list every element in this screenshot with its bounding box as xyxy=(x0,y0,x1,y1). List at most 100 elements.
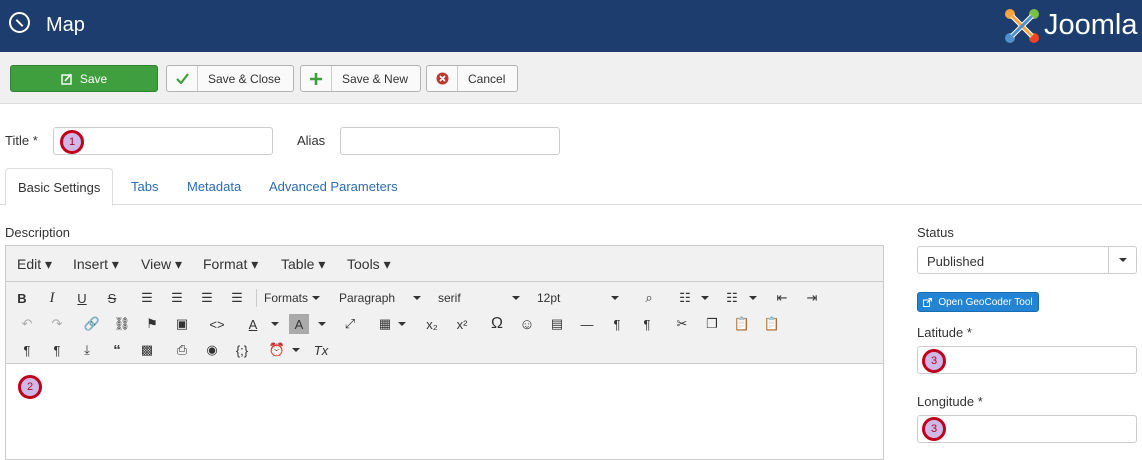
editor-toolbar: B I U S ☰ ☰ ☰ ☰ Formats Paragraph serif … xyxy=(6,282,883,364)
media-icon[interactable]: ▤ xyxy=(547,314,567,334)
underline-icon[interactable]: U xyxy=(72,288,92,308)
align-left-icon[interactable]: ☰ xyxy=(137,288,157,308)
status-select[interactable]: Published xyxy=(917,246,1137,274)
menu-tools-label: Tools xyxy=(347,256,380,272)
check-icon xyxy=(175,73,189,84)
menu-table[interactable]: Table ▾ xyxy=(281,256,325,273)
block-format-dropdown[interactable]: Paragraph xyxy=(339,291,395,305)
joomla-logo-icon xyxy=(1005,9,1039,43)
editor-menubar: Edit ▾ Insert ▾ View ▾ Format ▾ Table ▾ … xyxy=(6,246,883,282)
code-icon[interactable]: <> xyxy=(207,314,227,334)
chevron-down-icon xyxy=(292,348,300,352)
bold-icon[interactable]: B xyxy=(12,288,32,308)
latitude-input[interactable] xyxy=(917,346,1137,374)
status-label: Status xyxy=(917,225,954,240)
font-size-dropdown[interactable]: 12pt xyxy=(537,291,560,305)
edit-icon xyxy=(61,72,72,85)
save-new-button[interactable]: Save & New xyxy=(300,65,422,92)
menu-insert[interactable]: Insert ▾ xyxy=(73,256,119,273)
strikethrough-icon[interactable]: S xyxy=(102,288,122,308)
longitude-input[interactable] xyxy=(917,415,1137,443)
table-icon[interactable]: ▦ xyxy=(375,314,395,334)
longitude-label: Longitude * xyxy=(917,394,983,409)
fullscreen-icon[interactable]: ⤢ xyxy=(340,314,360,334)
italic-icon[interactable]: I xyxy=(42,288,62,308)
indent-icon[interactable]: ⇥ xyxy=(802,288,822,308)
title-input[interactable] xyxy=(53,127,273,155)
find-replace-icon[interactable]: ⌕ xyxy=(639,288,659,308)
status-value: Published xyxy=(927,254,985,269)
numbered-list-icon[interactable]: ☷ xyxy=(722,288,742,308)
chevron-down-icon xyxy=(749,296,757,300)
formats-dropdown[interactable]: Formats xyxy=(264,291,308,305)
status-dropdown-toggle[interactable] xyxy=(1108,247,1136,273)
template-icon[interactable]: ▩ xyxy=(137,340,157,360)
font-family-dropdown[interactable]: serif xyxy=(438,291,461,305)
page-break-icon[interactable]: ⤓ xyxy=(77,340,97,360)
bullet-list-icon[interactable]: ☷ xyxy=(675,288,695,308)
tab-tabs[interactable]: Tabs xyxy=(119,168,170,205)
insert-time-icon[interactable]: ⏰ xyxy=(267,340,287,360)
horizontal-rule-icon[interactable]: — xyxy=(577,314,597,334)
blockquote-icon[interactable]: “ xyxy=(107,340,127,360)
show-blocks-icon[interactable]: ¶ xyxy=(17,340,37,360)
menu-edit[interactable]: Edit ▾ xyxy=(17,256,52,273)
external-link-icon xyxy=(923,297,933,307)
geocoder-label: Open GeoCoder Tool xyxy=(938,296,1033,308)
alias-input[interactable] xyxy=(340,127,560,155)
text-color-icon[interactable]: A xyxy=(243,314,263,334)
ltr-icon[interactable]: ¶ xyxy=(607,314,627,334)
rtl-icon[interactable]: ¶ xyxy=(637,314,657,334)
code-sample-icon[interactable]: {;} xyxy=(232,340,252,360)
save-close-button[interactable]: Save & Close xyxy=(166,65,294,92)
link-icon[interactable]: 🔗 xyxy=(82,314,102,334)
alias-label: Alias xyxy=(297,133,326,148)
menu-view[interactable]: View ▾ xyxy=(141,256,182,273)
tab-metadata[interactable]: Metadata xyxy=(175,168,253,205)
emoticons-icon[interactable]: ☺ xyxy=(517,314,537,334)
rich-text-editor: Edit ▾ Insert ▾ View ▾ Format ▾ Table ▾ … xyxy=(5,245,884,460)
page-title: Map xyxy=(46,14,85,36)
app-header: Map Joomla xyxy=(0,0,1142,52)
align-right-icon[interactable]: ☰ xyxy=(197,288,217,308)
cut-icon[interactable]: ✂ xyxy=(672,314,692,334)
chevron-down-icon xyxy=(701,296,709,300)
chevron-down-icon xyxy=(271,322,279,326)
save-close-label: Save & Close xyxy=(208,71,281,86)
paste-text-icon[interactable]: 📋 xyxy=(762,314,782,334)
copy-icon[interactable]: ❐ xyxy=(702,314,722,334)
chevron-down-icon xyxy=(318,322,326,326)
redo-icon[interactable]: ↷ xyxy=(47,314,67,334)
plus-icon xyxy=(310,72,322,85)
tab-basic-settings[interactable]: Basic Settings xyxy=(5,168,114,206)
align-center-icon[interactable]: ☰ xyxy=(167,288,187,308)
subscript-icon[interactable]: x₂ xyxy=(422,314,442,334)
callout-marker-2: 2 xyxy=(18,375,42,399)
align-justify-icon[interactable]: ☰ xyxy=(227,288,247,308)
image-icon[interactable]: ▣ xyxy=(172,314,192,334)
unlink-icon[interactable]: ⛓ xyxy=(112,314,132,334)
outdent-icon[interactable]: ⇤ xyxy=(772,288,792,308)
preview-icon[interactable]: ◉ xyxy=(202,340,222,360)
save-button[interactable]: Save xyxy=(10,65,158,92)
menu-format[interactable]: Format ▾ xyxy=(203,256,258,273)
callout-marker-1: 1 xyxy=(60,130,84,154)
background-color-icon[interactable]: A xyxy=(289,314,309,334)
print-icon[interactable]: ⎙ xyxy=(172,340,192,360)
superscript-icon[interactable]: x² xyxy=(452,314,472,334)
paste-icon[interactable]: 📋 xyxy=(732,314,752,334)
chevron-down-icon xyxy=(312,296,320,300)
special-character-icon[interactable]: Ω xyxy=(487,314,507,334)
open-geocoder-button[interactable]: Open GeoCoder Tool xyxy=(917,292,1039,312)
bookmark-icon[interactable]: ⚑ xyxy=(142,314,162,334)
clear-formatting-icon[interactable]: Tx xyxy=(311,340,331,360)
cancel-button[interactable]: Cancel xyxy=(426,65,519,92)
visual-chars-icon[interactable]: ¶ xyxy=(47,340,67,360)
tab-advanced-parameters[interactable]: Advanced Parameters xyxy=(257,168,410,205)
menu-table-label: Table xyxy=(281,256,315,272)
chevron-down-icon xyxy=(398,322,406,326)
undo-icon[interactable]: ↶ xyxy=(17,314,37,334)
save-new-label: Save & New xyxy=(342,71,409,86)
menu-tools[interactable]: Tools ▾ xyxy=(347,256,391,273)
menu-insert-label: Insert xyxy=(73,256,109,272)
